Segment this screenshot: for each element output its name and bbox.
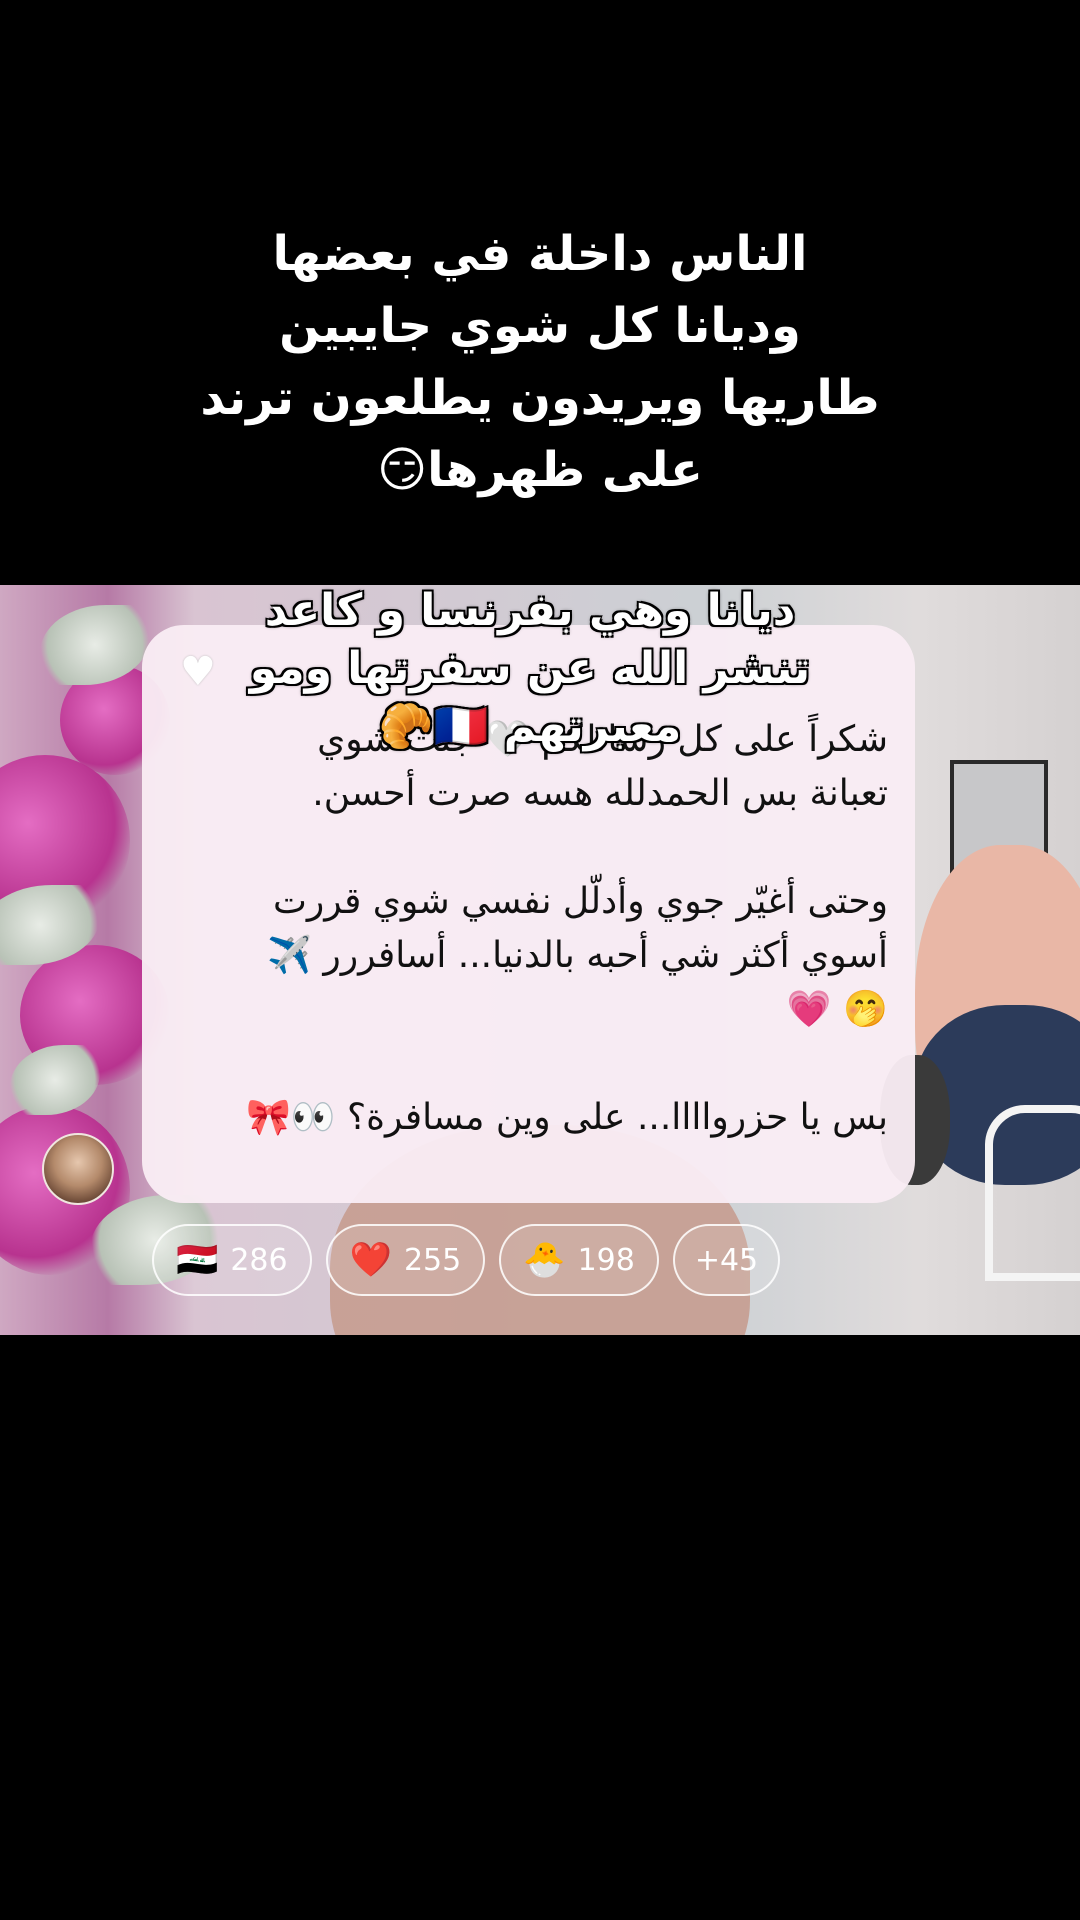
- overlay-caption-line-3: معبرتهم 🇫🇷🥐: [378, 701, 682, 752]
- top-caption: الناس داخلة في بعضها وديانا كل شوي جايبي…: [140, 218, 940, 506]
- more-reactions-label: +45: [694, 1242, 759, 1278]
- message-paragraph-2: وحتى أغيّر جوي وأدلّل نفسي شوي قررت أسوي…: [267, 881, 888, 1030]
- avatar[interactable]: [42, 1133, 114, 1205]
- reaction-chip-heart[interactable]: ❤️ 255: [325, 1224, 486, 1296]
- background-leaf: [10, 1045, 100, 1115]
- caption-line-2: وديانا كل شوي جايبين: [279, 298, 801, 354]
- message-paragraph-3: بس يا حزرواااا... على وين مسافرة؟ 👀🎀: [245, 1097, 888, 1138]
- overlay-caption-line-2: تنشر الله عن سفرتها ومو: [249, 643, 811, 694]
- caption-line-3: طاريها ويريدون يطلعون ترند: [200, 370, 880, 426]
- reaction-count: 198: [577, 1242, 635, 1278]
- message-body: شكراً على كل رسائلكم 🤍 جنت شوي تعبانة بس…: [170, 713, 888, 1145]
- more-reactions-button[interactable]: +45: [672, 1224, 781, 1296]
- overlay-caption-line-1: ديانا وهي بفرنسا و كاعد: [264, 585, 796, 636]
- reactions-bar: 🇮🇶 286 ❤️ 255 🐣 198 +45: [152, 1224, 781, 1296]
- caption-line-1: الناس داخلة في بعضها: [272, 226, 808, 282]
- reaction-count: 286: [230, 1242, 288, 1278]
- overlay-caption: ديانا وهي بفرنسا و كاعد تنشر الله عن سفر…: [200, 582, 860, 756]
- reaction-chip-iraq-flag[interactable]: 🇮🇶 286: [152, 1224, 312, 1296]
- iraq-flag-icon: 🇮🇶: [176, 1240, 219, 1280]
- reaction-chip-chick[interactable]: 🐣 198: [499, 1224, 659, 1296]
- hatching-chick-icon: 🐣: [523, 1240, 566, 1280]
- reaction-count: 255: [403, 1242, 462, 1278]
- background-chair: [985, 1105, 1080, 1281]
- red-heart-icon: ❤️: [349, 1240, 392, 1280]
- caption-line-4: على ظهرها😏: [377, 442, 703, 498]
